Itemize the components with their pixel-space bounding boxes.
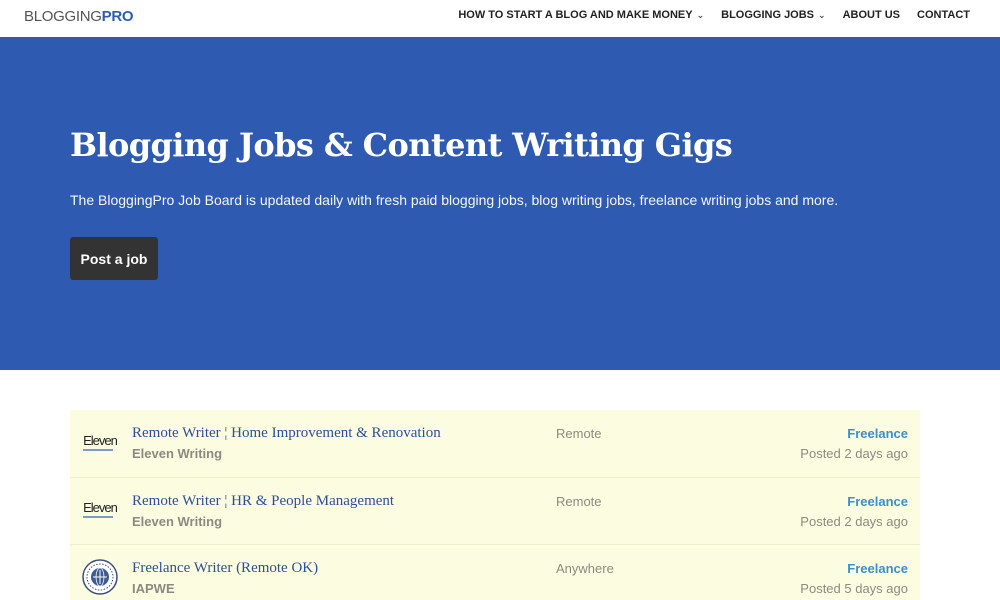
job-type: Freelance	[847, 493, 908, 509]
job-type: Freelance	[847, 426, 908, 441]
nav-item-contact[interactable]: CONTACT	[917, 9, 970, 21]
job-location: Remote	[556, 493, 602, 509]
job-posted-date: Posted 2 days ago	[800, 446, 908, 461]
company-logo: Eleven	[82, 492, 118, 528]
page-title: Blogging Jobs & Content Writing Gigs	[70, 126, 733, 164]
job-listing[interactable]: Eleven Remote Writer ¦ HR & People Manag…	[70, 477, 920, 545]
job-company: IAPWE	[132, 581, 175, 596]
job-type: Freelance	[847, 561, 908, 576]
site-logo[interactable]: BLOGGINGPRO	[24, 8, 134, 25]
nav-item-label: CONTACT	[917, 9, 970, 21]
logo-text: Eleven	[83, 500, 118, 515]
job-list: Eleven Remote Writer ¦ Home Improvement …	[70, 410, 920, 600]
job-company: Eleven Writing	[132, 513, 223, 529]
site-header: BLOGGINGPRO HOW TO START A BLOG AND MAKE…	[0, 0, 1000, 37]
nav-item-about-us[interactable]: ABOUT US	[843, 9, 900, 21]
nav-item-label: BLOGGING JOBS	[721, 9, 815, 21]
company-logo	[82, 559, 118, 595]
job-location: Remote	[556, 426, 602, 441]
job-posted-date: Posted 5 days ago	[800, 581, 908, 596]
nav-item-blogging-jobs[interactable]: BLOGGING JOBS ⌄	[721, 9, 825, 21]
nav-item-start-blog[interactable]: HOW TO START A BLOG AND MAKE MONEY ⌄	[458, 9, 704, 21]
job-location: Anywhere	[556, 561, 614, 576]
job-listing[interactable]: Eleven Remote Writer ¦ Home Improvement …	[70, 410, 920, 478]
logo-accent-text: PRO	[101, 8, 134, 25]
main-nav: HOW TO START A BLOG AND MAKE MONEY ⌄ BLO…	[441, 0, 970, 30]
nav-item-label: HOW TO START A BLOG AND MAKE MONEY	[458, 9, 693, 21]
hero-banner: Blogging Jobs & Content Writing Gigs The…	[0, 37, 1000, 370]
logo-main-text: BLOGGING	[24, 8, 102, 25]
job-listing[interactable]: Freelance Writer (Remote OK) IAPWE Anywh…	[70, 545, 920, 600]
seal-icon	[82, 559, 118, 595]
logo-text: Eleven	[83, 432, 118, 448]
logo-underline	[83, 448, 114, 451]
company-logo: Eleven	[82, 424, 118, 460]
post-job-button[interactable]: Post a job	[70, 237, 158, 280]
eleven-writing-logo: Eleven	[83, 500, 118, 518]
logo-underline	[83, 516, 114, 518]
job-title-link[interactable]: Remote Writer ¦ Home Improvement & Renov…	[132, 425, 441, 442]
job-title-link[interactable]: Freelance Writer (Remote OK)	[132, 560, 318, 577]
job-posted-date: Posted 2 days ago	[800, 513, 908, 529]
chevron-down-icon: ⌄	[818, 9, 826, 20]
job-title-link[interactable]: Remote Writer ¦ HR & People Management	[132, 493, 394, 510]
hero-description: The BloggingPro Job Board is updated dai…	[70, 192, 839, 208]
nav-item-label: ABOUT US	[842, 9, 901, 21]
job-company: Eleven Writing	[132, 446, 223, 461]
eleven-writing-logo: Eleven	[83, 432, 118, 451]
chevron-down-icon: ⌄	[696, 9, 705, 20]
